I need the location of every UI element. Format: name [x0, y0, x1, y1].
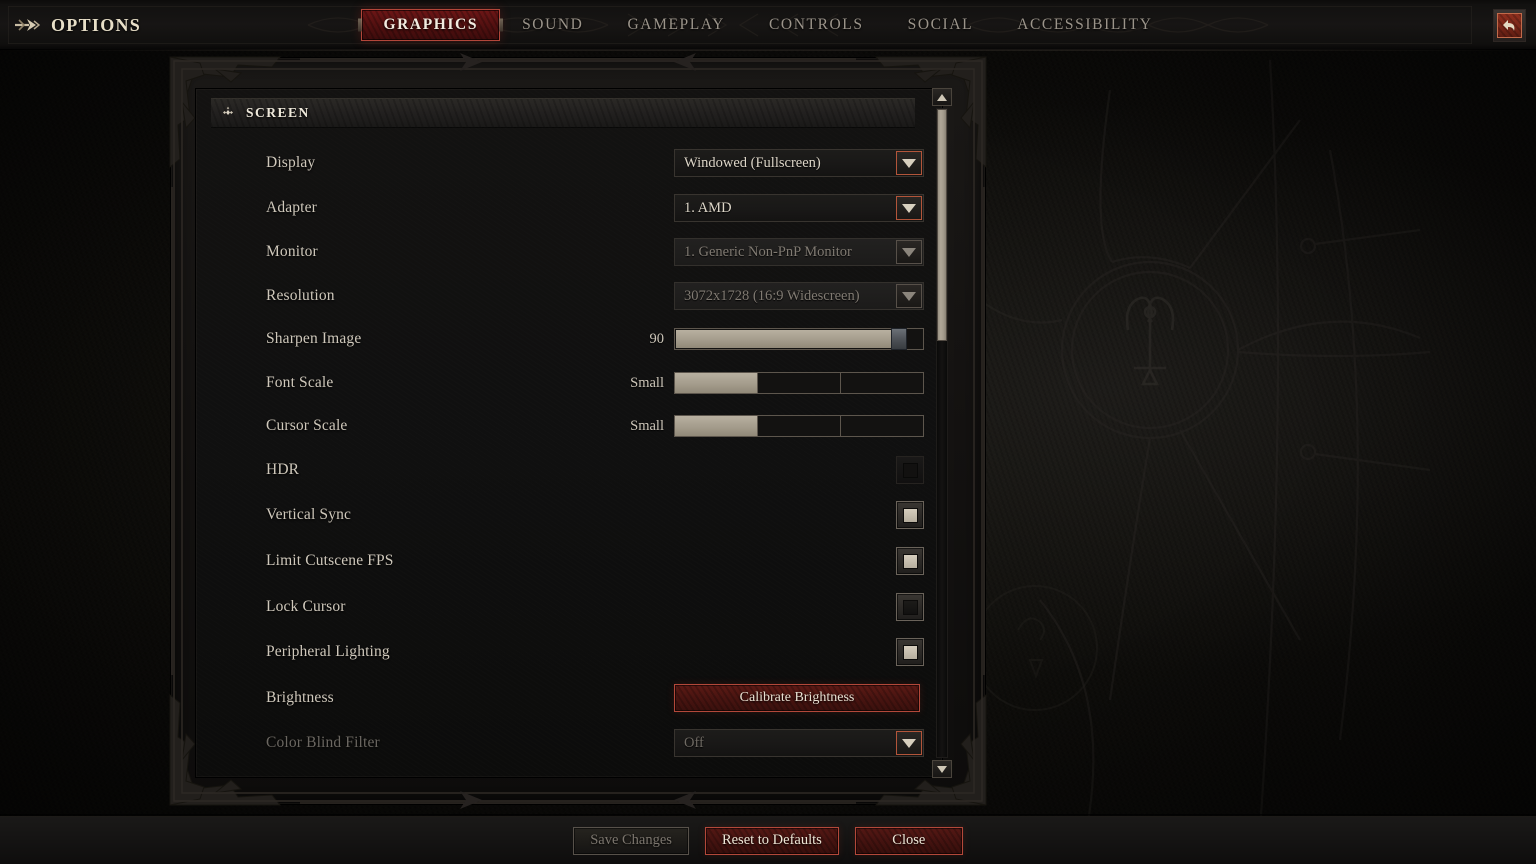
checkbox-fill: [902, 644, 918, 660]
calibrate-brightness-label: Calibrate Brightness: [739, 690, 855, 705]
row-vertical-sync: Vertical Sync: [196, 493, 942, 537]
stepper-segment[interactable]: [841, 373, 923, 393]
row-label-color-blind-filter: Color Blind Filter: [266, 734, 380, 751]
row-label-limit-cutscene-fps: Limit Cutscene FPS: [266, 552, 394, 569]
row-hdr: HDR: [196, 448, 942, 492]
close-button[interactable]: Close: [854, 826, 963, 855]
top-bar: OPTIONS GRAPHICS SOUND GAMEPLAY CONTROLS…: [0, 0, 1536, 51]
row-label-cursor-scale: Cursor Scale: [266, 417, 348, 434]
row-font-scale: Font Scale Small: [196, 361, 942, 405]
font-scale-value: Small: [630, 374, 664, 391]
cursor-scale-stepper[interactable]: [674, 415, 924, 437]
checkbox-fill: [902, 553, 918, 569]
color-blind-filter-value: Off: [684, 734, 704, 751]
monitor-dropdown-value: 1. Generic Non-PnP Monitor: [684, 243, 852, 260]
stepper-segment[interactable]: [841, 416, 923, 436]
sharpen-image-value: 90: [649, 330, 665, 347]
monitor-dropdown: 1. Generic Non-PnP Monitor: [674, 238, 924, 266]
scroll-down-button[interactable]: [932, 760, 952, 778]
chevron-down-icon: [896, 240, 922, 264]
chevron-down-icon[interactable]: [896, 151, 922, 175]
back-button-face: [1497, 13, 1522, 38]
row-label-display: Display: [266, 154, 316, 171]
options-frame: SCREEN Display Windowed (Fullscreen) Ada…: [169, 53, 987, 809]
stepper-segment[interactable]: [758, 373, 841, 393]
row-lock-cursor: Lock Cursor: [196, 585, 942, 629]
row-label-brightness: Brightness: [266, 689, 334, 706]
scrollbar-thumb[interactable]: [937, 109, 947, 341]
sharpen-image-slider[interactable]: [674, 328, 924, 350]
calibrate-brightness-button[interactable]: Calibrate Brightness: [674, 684, 920, 712]
row-resolution: Resolution 3072x1728 (16:9 Widescreen): [196, 274, 942, 318]
row-display: Display Windowed (Fullscreen): [196, 141, 942, 185]
tab-social[interactable]: SOCIAL: [886, 9, 996, 41]
tab-graphics[interactable]: GRAPHICS: [361, 9, 501, 41]
font-scale-stepper[interactable]: [674, 372, 924, 394]
adapter-dropdown[interactable]: 1. AMD: [674, 194, 924, 222]
triangle-down-icon: [937, 765, 947, 773]
reset-to-defaults-button[interactable]: Reset to Defaults: [704, 826, 839, 855]
diamond-cluster-icon: [223, 106, 233, 115]
row-label-lock-cursor: Lock Cursor: [266, 598, 346, 615]
stepper-segment[interactable]: [675, 416, 758, 436]
tab-bar: GRAPHICS SOUND GAMEPLAY CONTROLS SOCIAL …: [0, 0, 1536, 50]
row-cursor-scale: Cursor Scale Small: [196, 404, 942, 448]
settings-panel: SCREEN Display Windowed (Fullscreen) Ada…: [195, 88, 943, 778]
chevron-down-icon[interactable]: [896, 196, 922, 220]
row-label-hdr: HDR: [266, 461, 300, 478]
row-label-font-scale: Font Scale: [266, 374, 334, 391]
footer-bar: Save Changes Reset to Defaults Close: [0, 814, 1536, 864]
slider-fill: [676, 330, 894, 348]
back-button[interactable]: [1493, 9, 1526, 42]
scrollbar-track[interactable]: [936, 108, 948, 758]
save-changes-button: Save Changes: [573, 826, 689, 855]
chevron-down-icon: [896, 284, 922, 308]
chevron-down-icon[interactable]: [896, 731, 922, 755]
display-dropdown-value: Windowed (Fullscreen): [684, 154, 821, 171]
row-color-blind-filter: Color Blind Filter Off: [196, 721, 942, 765]
row-sharpen-image: Sharpen Image 90: [196, 317, 942, 361]
vertical-sync-checkbox[interactable]: [896, 501, 924, 529]
display-dropdown[interactable]: Windowed (Fullscreen): [674, 149, 924, 177]
row-label-vertical-sync: Vertical Sync: [266, 506, 352, 523]
row-peripheral-lighting: Peripheral Lighting: [196, 630, 942, 674]
stepper-segment[interactable]: [675, 373, 758, 393]
row-adapter: Adapter 1. AMD: [196, 186, 942, 230]
row-label-monitor: Monitor: [266, 243, 318, 260]
resolution-dropdown-value: 3072x1728 (16:9 Widescreen): [684, 287, 860, 304]
hdr-checkbox: [896, 456, 924, 484]
tab-controls[interactable]: CONTROLS: [747, 9, 886, 41]
lock-cursor-checkbox[interactable]: [896, 593, 924, 621]
color-blind-filter-dropdown[interactable]: Off: [674, 729, 924, 757]
tab-accessibility[interactable]: ACCESSIBILITY: [995, 9, 1174, 41]
resolution-dropdown: 3072x1728 (16:9 Widescreen): [674, 282, 924, 310]
adapter-dropdown-value: 1. AMD: [684, 199, 732, 216]
row-label-adapter: Adapter: [266, 199, 317, 216]
panel-scrollbar[interactable]: [932, 88, 952, 778]
row-brightness: Brightness Calibrate Brightness: [196, 676, 942, 720]
section-header-screen: SCREEN: [211, 98, 915, 128]
row-monitor: Monitor 1. Generic Non-PnP Monitor: [196, 230, 942, 274]
checkbox-fill: [902, 507, 918, 523]
row-label-sharpen-image: Sharpen Image: [266, 330, 362, 347]
row-label-peripheral-lighting: Peripheral Lighting: [266, 643, 390, 660]
scroll-up-button[interactable]: [932, 88, 952, 106]
limit-cutscene-fps-checkbox[interactable]: [896, 547, 924, 575]
row-limit-cutscene-fps: Limit Cutscene FPS: [196, 539, 942, 583]
checkbox-fill: [902, 599, 918, 615]
row-label-resolution: Resolution: [266, 287, 335, 304]
slider-handle[interactable]: [891, 328, 907, 350]
back-arrow-icon: [1503, 19, 1515, 31]
cursor-scale-value: Small: [630, 417, 664, 434]
checkbox-fill: [902, 462, 918, 478]
tab-gameplay[interactable]: GAMEPLAY: [605, 9, 747, 41]
peripheral-lighting-checkbox[interactable]: [896, 638, 924, 666]
section-title: SCREEN: [246, 105, 310, 120]
stepper-segment[interactable]: [758, 416, 841, 436]
tab-sound[interactable]: SOUND: [500, 9, 605, 41]
triangle-up-icon: [937, 93, 947, 101]
